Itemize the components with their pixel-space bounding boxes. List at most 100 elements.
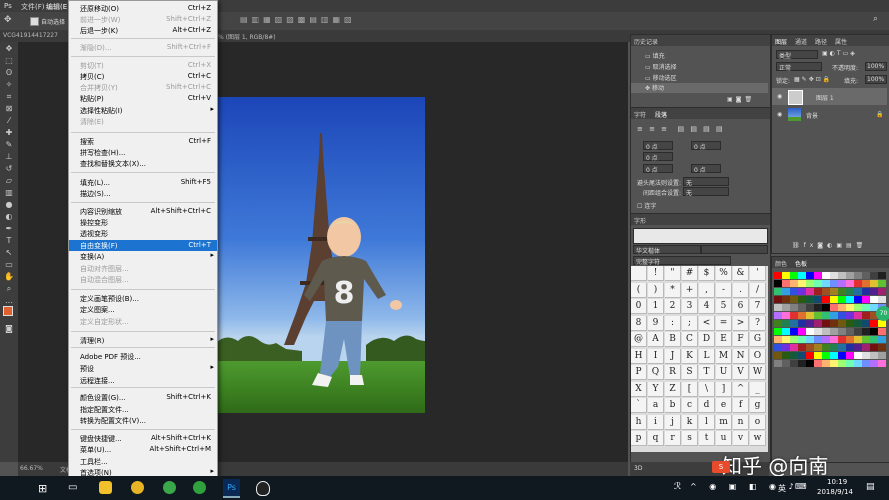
swatch[interactable]	[782, 328, 790, 335]
swatch[interactable]	[822, 344, 830, 351]
glyph-cell[interactable]: T	[699, 365, 715, 380]
glyph-cell[interactable]: j	[665, 414, 681, 430]
swatch[interactable]	[862, 272, 870, 279]
glyph-cell[interactable]: Q	[648, 365, 664, 380]
swatch[interactable]	[862, 320, 870, 327]
swatch[interactable]	[774, 360, 782, 367]
notification-icon[interactable]: ▤	[866, 482, 875, 492]
tab-color[interactable]: 颜色	[775, 259, 787, 268]
swatch[interactable]	[806, 328, 814, 335]
swatch[interactable]	[782, 336, 790, 343]
lasso-icon[interactable]: ʘ	[4, 68, 14, 78]
glyph-cell[interactable]: %	[716, 266, 732, 281]
glyph-cell[interactable]: k	[682, 414, 698, 430]
swatch[interactable]	[878, 336, 886, 343]
swatch[interactable]	[870, 360, 878, 367]
menu-edit[interactable]: 编辑(E)	[46, 2, 70, 12]
swatch[interactable]	[790, 312, 798, 319]
menu-item[interactable]: 指定配置文件...	[69, 404, 217, 415]
glyph-cell[interactable]: Z	[665, 381, 681, 397]
menu-item[interactable]: 操控变形	[69, 217, 217, 228]
browser-icon[interactable]	[163, 481, 176, 494]
swatch[interactable]	[806, 344, 814, 351]
swatch[interactable]	[854, 344, 862, 351]
tab-character[interactable]: 字符	[634, 110, 646, 119]
clock-time[interactable]: 10:19	[827, 478, 847, 486]
magic-wand-icon[interactable]: ✧	[4, 80, 14, 90]
swatch[interactable]	[790, 320, 798, 327]
tab-paths[interactable]: 路径	[815, 37, 827, 46]
swatch[interactable]	[870, 288, 878, 295]
swatch[interactable]	[846, 288, 854, 295]
swatch[interactable]	[830, 352, 838, 359]
path-select-icon[interactable]: ↖	[4, 248, 14, 258]
swatch[interactable]	[790, 280, 798, 287]
glyph-cell[interactable]: >	[733, 315, 749, 331]
swatch[interactable]	[838, 272, 846, 279]
glyph-cell[interactable]: t	[699, 431, 715, 446]
glyph-cell[interactable]: U	[716, 365, 732, 380]
swatch[interactable]	[790, 296, 798, 303]
swatch[interactable]	[854, 280, 862, 287]
swatch[interactable]	[782, 272, 790, 279]
glyph-subset-select[interactable]: 完整字符	[633, 256, 731, 266]
zoom-level[interactable]: 66.67%	[20, 465, 43, 472]
tab-glyph[interactable]: 字形	[634, 216, 646, 225]
swatch[interactable]	[822, 288, 830, 295]
glyph-cell[interactable]: M	[716, 348, 732, 364]
swatch[interactable]	[830, 280, 838, 287]
swatch[interactable]	[814, 288, 822, 295]
text-icon[interactable]: T	[4, 236, 14, 246]
glyph-cell[interactable]: d	[699, 398, 715, 413]
swatch[interactable]	[870, 296, 878, 303]
history-actions[interactable]: ▣◙🗑	[727, 96, 755, 103]
swatch[interactable]	[814, 328, 822, 335]
shape-icon[interactable]: ▭	[4, 260, 14, 270]
glyph-cell[interactable]: J	[665, 348, 681, 364]
layer-actions[interactable]: ⛓fx◙◐▣▤🗑	[792, 242, 867, 249]
swatch[interactable]	[838, 360, 846, 367]
swatch[interactable]	[814, 296, 822, 303]
glyph-cell[interactable]: S	[682, 365, 698, 380]
swatch[interactable]	[862, 304, 870, 311]
recent-glyphs[interactable]	[633, 228, 768, 244]
swatch[interactable]	[790, 344, 798, 351]
glyph-cell[interactable]: E	[716, 332, 732, 347]
filter-icons[interactable]: ▣◐T▭◈	[822, 50, 857, 57]
glyph-cell[interactable]: ;	[682, 315, 698, 331]
swatch[interactable]	[822, 296, 830, 303]
swatch[interactable]	[806, 320, 814, 327]
swatch[interactable]	[846, 328, 854, 335]
swatch[interactable]	[814, 304, 822, 311]
menu-item[interactable]: 搜索 Ctrl+F	[69, 136, 217, 147]
menu-item[interactable]: 变换(A) ▸	[69, 251, 217, 262]
swatch[interactable]	[806, 336, 814, 343]
glyph-cell[interactable]: h	[631, 414, 647, 430]
swatch[interactable]	[838, 304, 846, 311]
swatch[interactable]	[862, 280, 870, 287]
canvas-image[interactable]: 8	[216, 97, 425, 413]
swatch[interactable]	[822, 360, 830, 367]
kinsoku-select[interactable]: 无	[683, 177, 729, 187]
swatch[interactable]	[838, 296, 846, 303]
swatch[interactable]	[806, 288, 814, 295]
glyph-cell[interactable]: [	[682, 381, 698, 397]
tab-paragraph[interactable]: 段落	[655, 110, 667, 119]
menu-item[interactable]: 透视变形	[69, 228, 217, 239]
swatch[interactable]	[822, 272, 830, 279]
glyph-cell[interactable]: ,	[699, 282, 715, 298]
glyph-cell[interactable]: /	[750, 282, 766, 298]
swatch[interactable]	[790, 304, 798, 311]
tab-3d[interactable]: 3D	[634, 465, 642, 472]
history-brush-icon[interactable]: ↺	[4, 164, 14, 174]
opacity-field[interactable]: 100%	[865, 62, 887, 71]
swatch[interactable]	[846, 352, 854, 359]
eyedropper-icon[interactable]: ⁄	[4, 116, 14, 126]
glyph-cell[interactable]: Y	[648, 381, 664, 397]
glyph-cell[interactable]: N	[733, 348, 749, 364]
swatch[interactable]	[774, 296, 782, 303]
user-icon[interactable]: ℛ	[674, 482, 681, 492]
glyph-cell[interactable]: s	[682, 431, 698, 446]
swatch[interactable]	[806, 272, 814, 279]
glyph-cell[interactable]: (	[631, 282, 647, 298]
